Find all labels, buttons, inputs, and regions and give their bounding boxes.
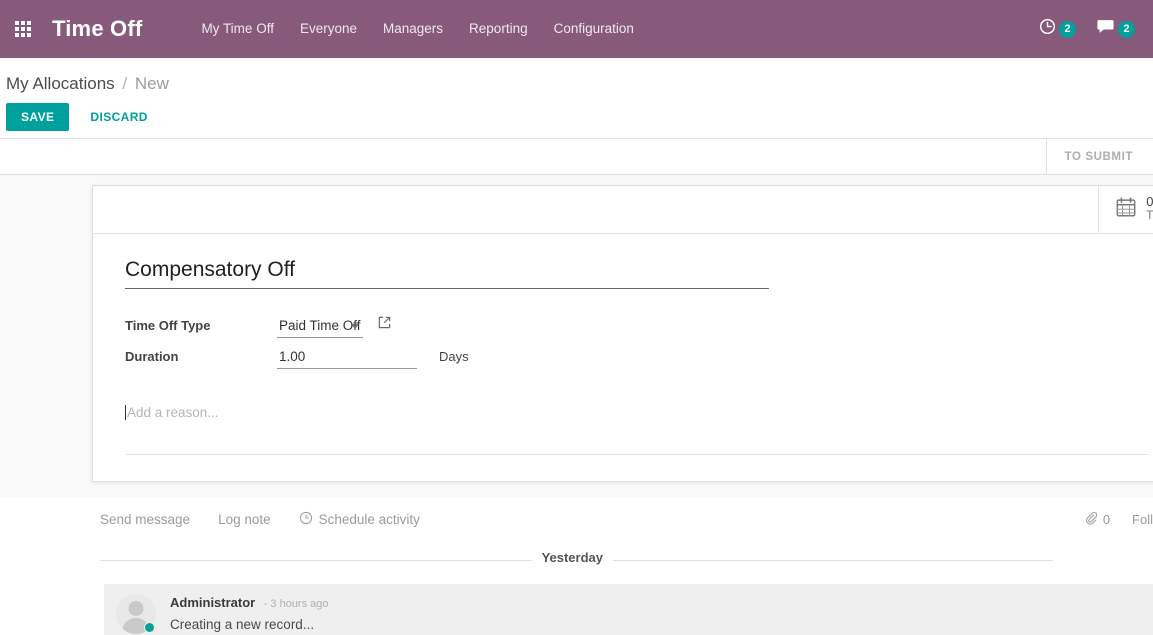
attachment-count: 0 [1102, 512, 1111, 527]
statusbar-row: TO SUBMIT [0, 138, 1153, 175]
calendar-icon [1115, 196, 1137, 223]
apps-grid-icon [15, 21, 31, 37]
chatter: Send message Log note Schedule activity [0, 497, 1153, 635]
menu-item-reporting[interactable]: Reporting [456, 0, 541, 58]
navbar-system-tray: 2 2 [1029, 0, 1145, 58]
main-menu: My Time Off Everyone Managers Reporting … [188, 0, 646, 58]
app-brand-title[interactable]: Time Off [52, 16, 142, 42]
message-header: Administrator - 3 hours ago [170, 594, 329, 612]
attachments-button[interactable]: 0 [1084, 511, 1110, 528]
message-timestamp: - 3 hours ago [263, 598, 329, 610]
date-separator: Yesterday [100, 550, 1053, 570]
status-stage-to-submit[interactable]: TO SUBMIT [1045, 139, 1153, 174]
smart-button-text: 0.0 Tim [1146, 194, 1153, 223]
paperclip-icon [1084, 511, 1098, 528]
time-off-type-wrapper: Paid Time Off [277, 316, 363, 338]
messages-icon [1096, 18, 1115, 40]
date-separator-label: Yesterday [531, 550, 613, 565]
message-author[interactable]: Administrator [170, 595, 255, 610]
save-button[interactable]: SAVE [6, 103, 70, 132]
control-panel: My Allocations / New SAVE DISCARD [0, 58, 1153, 140]
menu-item-my-time-off[interactable]: My Time Off [188, 0, 287, 58]
breadcrumb-parent[interactable]: My Allocations [6, 74, 115, 93]
messages-count-badge: 2 [1118, 20, 1135, 38]
time-off-type-input[interactable]: Paid Time Off [277, 316, 363, 338]
smart-button-label: Tim [1146, 210, 1153, 223]
statusbar: TO SUBMIT [1045, 139, 1153, 174]
field-label-time-off-type: Time Off Type [125, 318, 211, 333]
control-panel-buttons: SAVE DISCARD [0, 97, 1153, 139]
external-link-icon[interactable] [377, 315, 392, 335]
discard-button[interactable]: DISCARD [77, 103, 160, 131]
chatter-toolbar-right: 0 Foll [1084, 511, 1153, 528]
send-message-button[interactable]: Send message [100, 512, 190, 527]
schedule-activity-label: Schedule activity [318, 512, 420, 527]
online-status-dot [144, 622, 155, 633]
breadcrumb-separator: / [122, 74, 128, 93]
messaging-menu-button[interactable]: 2 [1086, 0, 1145, 58]
duration-unit-label: Days [439, 349, 469, 364]
breadcrumb-current: New [134, 74, 169, 93]
text-cursor [125, 405, 126, 420]
avatar-head [128, 601, 144, 616]
chatter-toolbar: Send message Log note Schedule activity [0, 497, 1153, 542]
avatar-wrapper [116, 594, 156, 634]
activity-menu-button[interactable]: 2 [1029, 0, 1086, 58]
form-sheet-body: Compensatory Off Time Off Type Paid Time… [93, 234, 1153, 481]
form-fields: Time Off Type Paid Time Off Duration 1.0… [125, 315, 1149, 375]
breadcrumb: My Allocations / New [0, 66, 1153, 97]
reason-zone: Add a reason... [125, 405, 1149, 455]
form-view-area: 0.0 Tim Compensatory Off Time Off Type P… [0, 175, 1153, 635]
clock-icon [299, 511, 313, 528]
menu-item-everyone[interactable]: Everyone [287, 0, 370, 58]
menu-item-managers[interactable]: Managers [370, 0, 456, 58]
followers-button[interactable]: Foll [1132, 512, 1153, 527]
menu-item-configuration[interactable]: Configuration [541, 0, 647, 58]
form-sheet: 0.0 Tim Compensatory Off Time Off Type P… [92, 185, 1153, 482]
field-row-time-off-type: Time Off Type Paid Time Off [125, 315, 1149, 343]
chatter-message: Administrator - 3 hours ago Creating a n… [104, 584, 1153, 635]
top-navbar: Time Off My Time Off Everyone Managers R… [0, 0, 1153, 58]
schedule-activity-button[interactable]: Schedule activity [299, 511, 420, 528]
activity-count-badge: 2 [1059, 20, 1076, 38]
duration-input[interactable]: 1.00 [277, 347, 417, 369]
smart-button-value: 0.0 [1146, 194, 1153, 210]
record-title-input[interactable]: Compensatory Off [125, 256, 769, 289]
reason-placeholder-text: Add a reason... [127, 405, 219, 420]
smart-button-box: 0.0 Tim [93, 186, 1153, 234]
reason-input[interactable]: Add a reason... [125, 405, 1149, 455]
apps-menu-button[interactable] [0, 0, 46, 58]
field-row-duration: Duration 1.00 Days [125, 347, 1149, 375]
smart-button-time-off[interactable]: 0.0 Tim [1098, 186, 1153, 233]
field-label-duration: Duration [125, 349, 179, 364]
message-content: Administrator - 3 hours ago Creating a n… [170, 594, 329, 634]
clock-activity-icon [1039, 18, 1056, 40]
log-note-button[interactable]: Log note [218, 512, 271, 527]
message-body: Creating a new record... [170, 617, 315, 632]
